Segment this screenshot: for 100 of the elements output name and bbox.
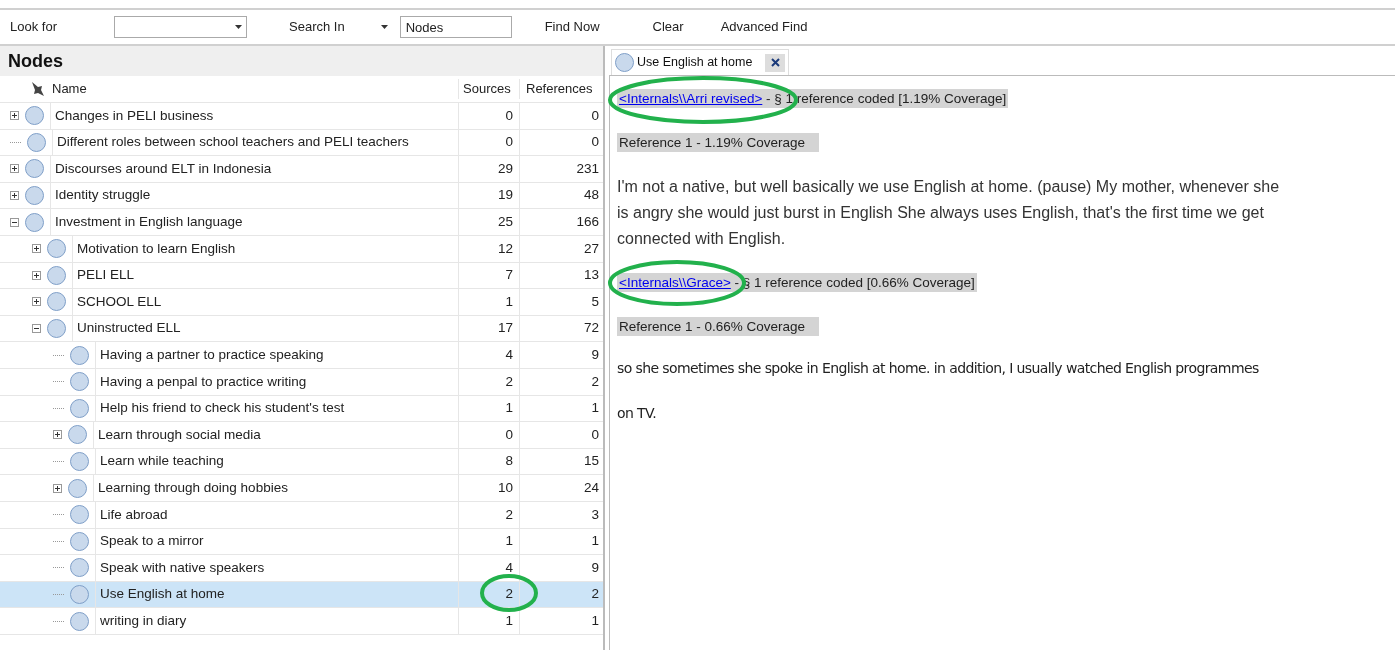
- node-name: Investment in English language: [50, 209, 243, 235]
- panel-title: Nodes: [0, 46, 603, 76]
- table-cell: 4: [458, 555, 519, 581]
- toolbar-button[interactable]: Advanced Find: [720, 17, 808, 37]
- toolbar-button[interactable]: Find Now: [544, 17, 600, 37]
- table-cell: 19: [458, 182, 519, 209]
- tree-row[interactable]: Life abroad 2 3: [0, 501, 603, 529]
- node-icon: [27, 132, 46, 152]
- tree-row[interactable]: Changes in PELI business 0 0: [0, 103, 603, 130]
- table-cell: 231: [519, 156, 603, 182]
- node-icon: [70, 531, 89, 551]
- node-name: Learn while teaching: [95, 448, 224, 475]
- table-cell: 27: [519, 235, 603, 262]
- table-cell: 10: [458, 475, 519, 501]
- node-name: PELI ELL: [72, 262, 135, 289]
- document-tab[interactable]: Use English at home: [611, 49, 790, 75]
- tree-row[interactable]: Speak with native speakers 4 9: [0, 555, 603, 582]
- node-name: writing in diary: [95, 608, 187, 634]
- tree-row[interactable]: Learn while teaching 8 15: [0, 448, 603, 476]
- expand-icon[interactable]: [10, 111, 19, 121]
- node-icon: [70, 372, 89, 392]
- tree-row[interactable]: PELI ELL 7 13: [0, 262, 603, 290]
- node-icon: [47, 239, 66, 259]
- table-cell: 13: [519, 262, 603, 289]
- node-icon: [70, 452, 89, 471]
- table-cell: 1: [458, 528, 519, 555]
- expand-icon[interactable]: [10, 191, 19, 201]
- node-icon: [70, 585, 89, 604]
- node-name: Help his friend to check his student's test: [95, 395, 345, 422]
- table-cell: 3: [519, 501, 603, 528]
- table-cell: 72: [519, 315, 603, 342]
- tree-row[interactable]: Different roles between school teachers and PELI teachers 0 0: [0, 129, 603, 157]
- passage-text: so she sometimes she spoke in English at home. in addition, I usually watched English programmes: [617, 359, 1260, 378]
- node-name: Speak to a mirror: [95, 528, 204, 555]
- tree-row[interactable]: Use English at home 2 2: [0, 581, 603, 609]
- tree-row[interactable]: Learn through social media 0 0: [0, 422, 603, 449]
- tree-row[interactable]: SCHOOL ELL 1 5: [0, 289, 603, 316]
- node-icon: [47, 292, 66, 312]
- table-cell: 5: [519, 289, 603, 315]
- tree-row[interactable]: Uninstructed ELL 17 72: [0, 315, 603, 343]
- table-cell: 8: [458, 448, 519, 475]
- table-cell: 48: [519, 182, 603, 209]
- table-cell: 1: [519, 528, 603, 555]
- tree-row[interactable]: Discourses around ELT in Indonesia 29 231: [0, 156, 603, 183]
- search-in-field[interactable]: Nodes: [399, 16, 512, 38]
- node-name: SCHOOL ELL: [72, 289, 162, 315]
- column-header[interactable]: Name: [52, 79, 458, 99]
- tree-row[interactable]: Having a partner to practice speaking 4 9: [0, 342, 603, 369]
- toolbar-button[interactable]: Clear: [652, 17, 684, 37]
- expand-icon[interactable]: [10, 164, 19, 174]
- column-header[interactable]: References: [519, 79, 603, 99]
- table-cell: 24: [519, 475, 603, 501]
- table-cell: 1: [458, 608, 519, 634]
- node-name: Motivation to learn English: [72, 235, 236, 262]
- expand-icon[interactable]: [53, 483, 62, 493]
- reference-header: Reference 1 - 0.66% Coverage: [617, 317, 820, 336]
- table-cell: 2: [458, 581, 519, 608]
- table-cell: 0: [458, 103, 519, 129]
- node-icon: [25, 212, 44, 232]
- caret-icon[interactable]: [380, 25, 388, 29]
- collapse-icon[interactable]: [10, 217, 19, 227]
- table-cell: 1: [519, 395, 603, 422]
- tree-row[interactable]: Help his friend to check his student's test 1 1: [0, 395, 603, 423]
- collapse-icon[interactable]: [32, 324, 41, 334]
- source-link[interactable]: <Internals\\Grace>: [619, 275, 731, 290]
- tree-row[interactable]: Having a penpal to practice writing 2 2: [0, 368, 603, 396]
- column-header[interactable]: Sources: [458, 79, 519, 99]
- table-cell: 9: [519, 342, 603, 368]
- tree-row[interactable]: Investment in English language 25 166: [0, 209, 603, 236]
- node-name: Changes in PELI business: [50, 103, 214, 129]
- table-cell: 25: [458, 209, 519, 235]
- tree-row[interactable]: writing in diary 1 1: [0, 608, 603, 635]
- node-name: Life abroad: [95, 501, 168, 528]
- close-icon: [770, 58, 780, 67]
- node-icon: [70, 345, 89, 365]
- node-name: Different roles between school teachers and PELI teachers: [52, 129, 409, 156]
- node-name: Learn through social media: [93, 422, 261, 448]
- tree-row[interactable]: Motivation to learn English 12 27: [0, 235, 603, 263]
- tree-row[interactable]: Learning through doing hobbies 10 24: [0, 475, 603, 502]
- expand-icon[interactable]: [53, 430, 62, 440]
- table-cell: 12: [458, 235, 519, 262]
- table-cell: 1: [458, 395, 519, 422]
- node-icon: [615, 53, 634, 72]
- close-button[interactable]: [765, 53, 786, 72]
- node-icon: [47, 319, 66, 339]
- passage-text: on TV.: [617, 404, 658, 423]
- expand-icon[interactable]: [32, 270, 41, 280]
- node-name: Uninstructed ELL: [72, 315, 181, 342]
- table-cell: 4: [458, 342, 519, 368]
- table-cell: 2: [458, 368, 519, 395]
- search-in-label: Search In: [289, 18, 345, 37]
- source-link[interactable]: <Internals\\Arri revised>: [619, 91, 763, 106]
- node-icon: [70, 611, 89, 631]
- caret-icon: [235, 25, 242, 29]
- table-cell: 29: [458, 156, 519, 182]
- tree-row[interactable]: Speak to a mirror 1 1: [0, 528, 603, 556]
- tree-row[interactable]: Identity struggle 19 48: [0, 182, 603, 210]
- expand-icon[interactable]: [32, 244, 41, 254]
- source-header: <Internals\\Arri revised> - § 1 reference coded [1.19% Coverage]: [617, 89, 1009, 108]
- expand-icon[interactable]: [32, 297, 41, 307]
